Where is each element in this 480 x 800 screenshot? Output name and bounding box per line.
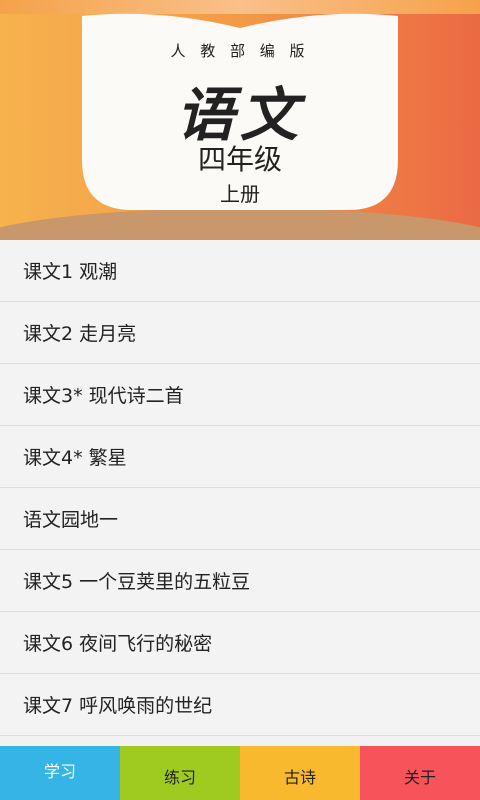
list-item[interactable]: 课文1 观潮 bbox=[0, 240, 480, 302]
list-item[interactable]: 课文4* 繁星 bbox=[0, 426, 480, 488]
tab-practice[interactable]: 练习 bbox=[120, 746, 240, 800]
list-item[interactable]: 语文园地一 bbox=[0, 488, 480, 550]
lesson-title: 课文7 呼风唤雨的世纪 bbox=[23, 695, 213, 717]
bottom-tab-bar: 学习 练习 古诗 关于 bbox=[0, 746, 480, 800]
list-item[interactable]: 课文3* 现代诗二首 bbox=[0, 364, 480, 426]
lesson-title: 语文园地一 bbox=[23, 509, 119, 531]
tab-label: 古诗 bbox=[283, 768, 316, 787]
tab-ancient-poems[interactable]: 古诗 bbox=[240, 746, 360, 800]
tab-study[interactable]: 学习 bbox=[0, 746, 120, 800]
lesson-title: 课文2 走月亮 bbox=[23, 323, 137, 345]
list-item[interactable]: 课文5 一个豆荚里的五粒豆 bbox=[0, 550, 480, 612]
header-shelf bbox=[0, 208, 480, 240]
lesson-title: 课文4* 繁星 bbox=[23, 447, 127, 469]
lesson-title: 课文5 一个豆荚里的五粒豆 bbox=[23, 571, 251, 593]
publisher-label: 人 教 部 编 版 bbox=[170, 42, 310, 60]
tab-label: 学习 bbox=[43, 762, 76, 781]
list-item[interactable]: 课文7 呼风唤雨的世纪 bbox=[0, 674, 480, 736]
textbook-cover: 人 教 部 编 版 语文 四年级 上册 bbox=[78, 10, 402, 212]
lesson-list: 课文1 观潮 课文2 走月亮 课文3* 现代诗二首 课文4* 繁星 语文园地一 … bbox=[0, 240, 480, 746]
header-banner: 人 教 部 编 版 语文 四年级 上册 bbox=[0, 0, 480, 240]
volume-label: 上册 bbox=[220, 182, 260, 206]
lesson-title: 课文3* 现代诗二首 bbox=[23, 385, 184, 407]
grade-label: 四年级 bbox=[197, 143, 282, 176]
lesson-title: 课文6 夜间飞行的秘密 bbox=[23, 633, 213, 655]
list-item[interactable]: 课文6 夜间飞行的秘密 bbox=[0, 612, 480, 674]
list-item[interactable]: 课文2 走月亮 bbox=[0, 302, 480, 364]
tab-about[interactable]: 关于 bbox=[360, 746, 480, 800]
tab-label: 关于 bbox=[403, 768, 436, 787]
tab-label: 练习 bbox=[163, 768, 196, 787]
lesson-title: 课文1 观潮 bbox=[23, 261, 118, 283]
